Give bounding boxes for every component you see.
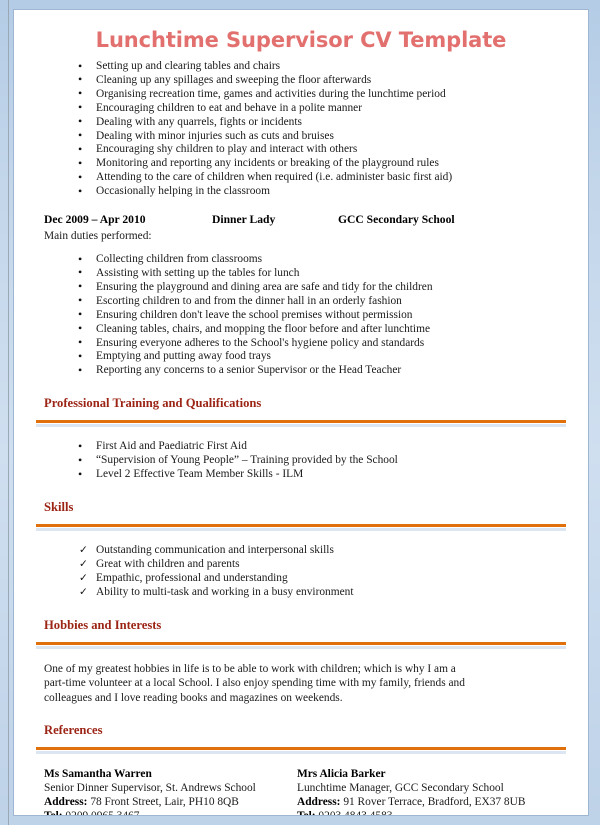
employment-organisation: GCC Secondary School bbox=[338, 213, 455, 227]
list-item: Cleaning up any spillages and sweeping t… bbox=[78, 73, 566, 88]
reference-tel-value: 0203 4843 4583 bbox=[318, 810, 392, 815]
duties-top-list: Setting up and clearing tables and chair… bbox=[36, 60, 566, 199]
section-rule-orange bbox=[36, 747, 566, 751]
list-item: Level 2 Effective Team Member Skills - I… bbox=[78, 468, 566, 482]
list-item: Collecting children from classrooms bbox=[78, 253, 566, 267]
list-item: Outstanding communication and interperso… bbox=[78, 544, 566, 558]
list-item: Empathic, professional and understanding bbox=[78, 572, 566, 586]
section-rule-orange bbox=[36, 641, 566, 645]
reference-address-value: 78 Front Street, Lair, PH10 8QB bbox=[90, 796, 239, 809]
reference-entry: Ms Samantha Warren Senior Dinner Supervis… bbox=[44, 767, 297, 815]
reference-tel-label: Tel: bbox=[297, 810, 318, 815]
section-title-skills: Skills bbox=[44, 499, 74, 514]
employment-duties-list: Collecting children from classroomsAssis… bbox=[36, 253, 566, 378]
list-item: Reporting any concerns to a senior Super… bbox=[78, 364, 566, 378]
reference-name: Mrs Alicia Barker bbox=[297, 768, 386, 781]
list-item: Attending to the care of children when r… bbox=[78, 171, 566, 185]
section-rule-blue bbox=[36, 645, 566, 649]
section-rule-blue bbox=[36, 424, 566, 428]
training-list: First Aid and Paediatric First Aid“Super… bbox=[36, 440, 566, 482]
section-training: Professional Training and Qualifications… bbox=[36, 396, 566, 482]
list-item: Ability to multi-task and working in a b… bbox=[78, 586, 566, 600]
reference-address-label: Address: bbox=[297, 796, 344, 809]
reference-address: Address: 91 Rover Terrace, Bradford, EX3… bbox=[297, 795, 566, 809]
list-item: Great with children and parents bbox=[78, 558, 566, 572]
reference-address: Address: 78 Front Street, Lair, PH10 8QB bbox=[44, 795, 297, 809]
list-item: Setting up and clearing tables and chair… bbox=[78, 60, 566, 74]
reference-entry: Mrs Alicia Barker Lunchtime Manager, GCC … bbox=[297, 767, 566, 815]
list-item: Ensuring everyone adheres to the School'… bbox=[78, 336, 566, 351]
section-rule-blue bbox=[36, 527, 566, 531]
section-rule-orange bbox=[36, 420, 566, 424]
list-item: “Supervision of Young People” – Training… bbox=[78, 454, 566, 468]
list-item: Encouraging shy children to play and int… bbox=[78, 143, 566, 157]
reference-name: Ms Samantha Warren bbox=[44, 768, 152, 781]
list-item: Organising recreation time, games and ac… bbox=[78, 87, 566, 102]
page-title: Lunchtime Supervisor CV Template bbox=[95, 28, 507, 52]
list-item: First Aid and Paediatric First Aid bbox=[78, 440, 566, 454]
reference-tel: Tel: 0209 0965 3467 bbox=[44, 809, 297, 815]
reference-address-value: 91 Rover Terrace, Bradford, EX37 8UB bbox=[343, 796, 526, 809]
references-columns: Ms Samantha Warren Senior Dinner Supervis… bbox=[44, 767, 566, 815]
list-item: Encouraging children to eat and behave i… bbox=[78, 101, 566, 116]
employment-role: Dinner Lady bbox=[212, 213, 276, 227]
reference-tel-label: Tel: bbox=[44, 810, 65, 815]
reference-tel: Tel: 0203 4843 4583 bbox=[297, 809, 566, 815]
list-item: Dealing with minor injuries such as cuts… bbox=[78, 129, 566, 144]
reference-position: Lunchtime Manager, GCC Secondary School bbox=[297, 782, 504, 795]
section-title-references: References bbox=[44, 723, 103, 738]
reference-address-label: Address: bbox=[44, 796, 91, 809]
list-item: Occasionally helping in the classroom bbox=[78, 185, 566, 199]
list-item: Escorting children to and from the dinne… bbox=[78, 294, 566, 309]
list-item: Assisting with setting up the tables for… bbox=[78, 266, 566, 281]
employment-header-row: Dec 2009 – Apr 2010 Dinner Lady GCC Seco… bbox=[44, 213, 566, 226]
list-item: Ensuring the playground and dining area … bbox=[78, 280, 566, 295]
section-rule-orange bbox=[36, 523, 566, 527]
section-rule-blue bbox=[36, 751, 566, 755]
list-item: Dealing with any quarrels, fights or inc… bbox=[78, 115, 566, 130]
reference-position: Senior Dinner Supervisor, St. Andrews Sc… bbox=[44, 782, 256, 795]
section-references: References Ms Samantha Warren Senior Dinn… bbox=[36, 723, 566, 815]
section-skills: Skills Outstanding communication and int… bbox=[36, 500, 566, 600]
employment-subheading: Main duties performed: bbox=[44, 230, 152, 243]
skills-list: Outstanding communication and interperso… bbox=[36, 544, 566, 600]
list-item: Monitoring and reporting any incidents o… bbox=[78, 157, 566, 171]
employment-dates: Dec 2009 – Apr 2010 bbox=[44, 213, 146, 227]
page-frame: Lunchtime Supervisor CV Template Setting… bbox=[0, 0, 600, 825]
list-item: Cleaning tables, chairs, and mopping the… bbox=[78, 322, 566, 337]
section-title-training: Professional Training and Qualifications bbox=[44, 396, 262, 411]
list-item: Ensuring children don't leave the school… bbox=[78, 308, 566, 323]
list-item: Emptying and putting away food trays bbox=[78, 350, 566, 364]
document-sheet: Lunchtime Supervisor CV Template Setting… bbox=[13, 9, 589, 816]
reference-tel-value: 0209 0965 3467 bbox=[65, 810, 139, 815]
section-hobbies: Hobbies and Interests One of my greatest… bbox=[36, 618, 566, 706]
section-title-hobbies: Hobbies and Interests bbox=[44, 617, 162, 632]
hobbies-paragraph: One of my greatest hobbies in life is to… bbox=[44, 662, 465, 704]
